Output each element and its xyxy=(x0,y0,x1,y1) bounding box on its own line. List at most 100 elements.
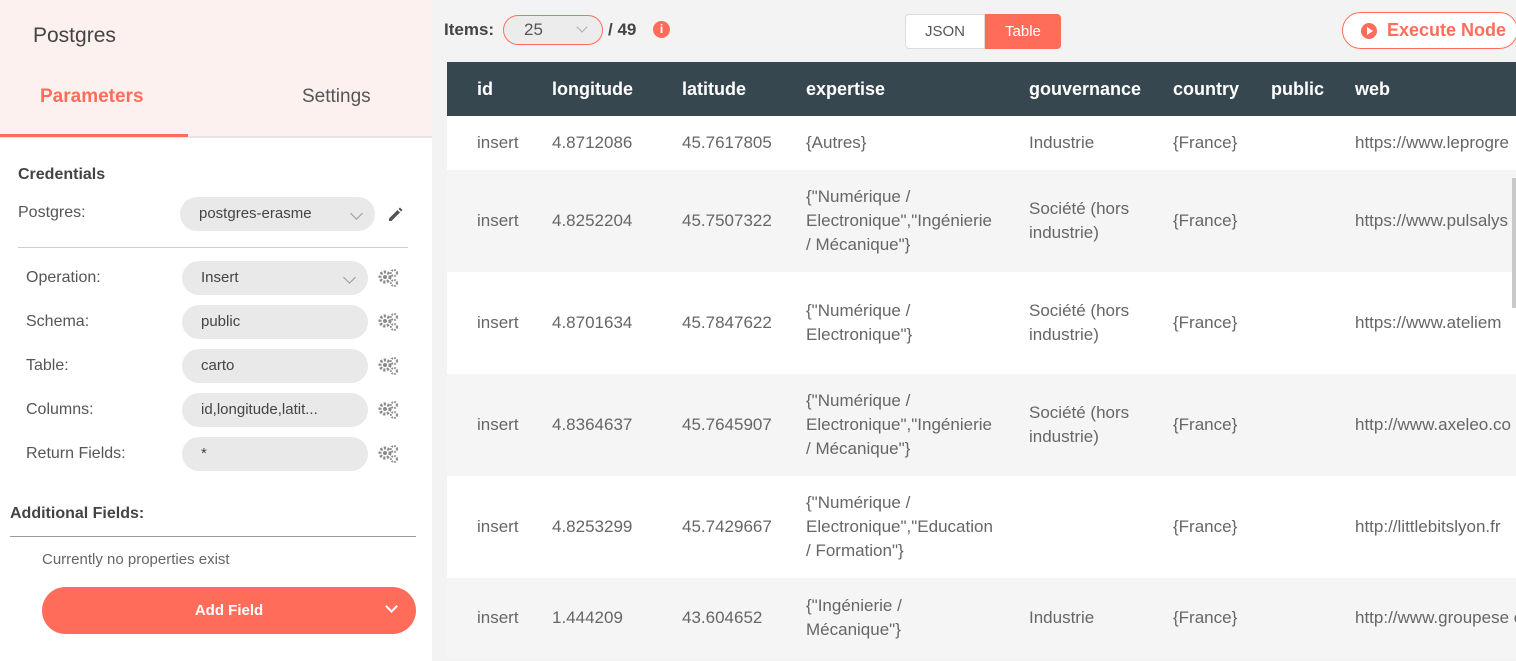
table-cell: {"Numérique / Electronique","Ingénierie … xyxy=(776,170,999,272)
operation-value: Insert xyxy=(201,269,239,286)
table-cell: insert xyxy=(447,374,522,476)
operation-select[interactable]: Insert xyxy=(182,261,368,295)
table-cell: insert xyxy=(447,116,522,170)
table-row: insert 4.8712086 45.7617805 {Autres} Ind… xyxy=(447,116,1516,170)
node-title: Postgres xyxy=(33,24,116,47)
table-cell: Industrie xyxy=(999,578,1143,658)
chevron-down-icon xyxy=(576,21,588,33)
tab-settings[interactable]: Settings xyxy=(302,86,371,108)
output-table: id longitude latitude expertise gouverna… xyxy=(447,62,1516,658)
table-cell: 45.7645907 xyxy=(652,374,776,476)
table-cell: {"Ingénierie / Mécanique"} xyxy=(776,578,999,658)
column-header: longitude xyxy=(522,62,652,116)
chevron-down-icon xyxy=(343,271,356,284)
execute-node-button[interactable]: Execute Node xyxy=(1342,12,1516,49)
table-cell: 4.8701634 xyxy=(522,272,652,374)
columns-input[interactable]: id,longitude,latit... xyxy=(182,393,368,427)
add-field-button[interactable]: Add Field xyxy=(42,587,416,634)
info-icon[interactable]: i xyxy=(653,21,670,38)
table-cell: https://www.pulsalys xyxy=(1325,170,1516,272)
column-header: latitude xyxy=(652,62,776,116)
table-cell: Industrie xyxy=(999,116,1143,170)
column-header: expertise xyxy=(776,62,999,116)
credentials-title: Credentials xyxy=(18,166,106,183)
table-cell: {Autres} xyxy=(776,116,999,170)
table-cell: {France} xyxy=(1143,116,1241,170)
table-cell xyxy=(1241,272,1325,374)
table-row: insert 4.8364637 45.7645907 {"Numérique … xyxy=(447,374,1516,476)
table-cell: 45.7617805 xyxy=(652,116,776,170)
additional-fields-title: Additional Fields: xyxy=(10,505,145,522)
column-header: public xyxy=(1241,62,1325,116)
table-cell: {"Numérique / Electronique"} xyxy=(776,272,999,374)
tab-parameters[interactable]: Parameters xyxy=(40,86,144,108)
table-cell: Société (hors industrie) xyxy=(999,374,1143,476)
panel-header: Postgres Parameters Settings xyxy=(0,0,432,138)
table-cell: {France} xyxy=(1143,578,1241,658)
no-properties-note: Currently no properties exist xyxy=(42,551,230,568)
gears-icon[interactable] xyxy=(377,312,399,332)
table-value: carto xyxy=(201,357,235,374)
table-cell: 1.444209 xyxy=(522,578,652,658)
table-header-row: id longitude latitude expertise gouverna… xyxy=(447,62,1516,116)
table-row: insert 4.8253299 45.7429667 {"Numérique … xyxy=(447,476,1516,578)
table-cell: insert xyxy=(447,578,522,658)
table-cell: {"Numérique / Electronique","Ingénierie … xyxy=(776,374,999,476)
table-row: insert 4.8701634 45.7847622 {"Numérique … xyxy=(447,272,1516,374)
items-label: Items: xyxy=(444,20,495,39)
gears-icon[interactable] xyxy=(377,356,399,376)
column-header: country xyxy=(1143,62,1241,116)
pencil-icon[interactable] xyxy=(387,205,405,223)
table-cell: 43.604652 xyxy=(652,578,776,658)
table-cell: https://www.leprogre xyxy=(1325,116,1516,170)
table-cell: 4.8364637 xyxy=(522,374,652,476)
table-cell xyxy=(999,476,1143,578)
output-table-container[interactable]: id longitude latitude expertise gouverna… xyxy=(447,62,1516,661)
table-cell: {France} xyxy=(1143,272,1241,374)
items-per-page-select[interactable]: 25 xyxy=(503,15,603,45)
return-fields-label: Return Fields: xyxy=(26,445,126,462)
table-cell xyxy=(1241,116,1325,170)
postgres-credential-value: postgres-erasme xyxy=(199,205,312,222)
return-fields-input[interactable]: * xyxy=(182,437,368,471)
table-cell xyxy=(1241,374,1325,476)
output-panel: Items: 25 / 49 i JSON Table Execute Node… xyxy=(432,0,1516,661)
table-label: Table: xyxy=(26,357,69,374)
table-cell: http://www.groupese et-enjeux xyxy=(1325,578,1516,658)
return-fields-value: * xyxy=(201,445,207,462)
table-cell: 45.7429667 xyxy=(652,476,776,578)
gears-icon[interactable] xyxy=(377,444,399,464)
table-cell xyxy=(1241,578,1325,658)
table-row: insert 4.8252204 45.7507322 {"Numérique … xyxy=(447,170,1516,272)
add-field-label: Add Field xyxy=(194,602,264,619)
table-cell: {"Numérique / Electronique","Education /… xyxy=(776,476,999,578)
column-header: id xyxy=(447,62,522,116)
columns-label: Columns: xyxy=(26,401,94,418)
table-cell: 45.7847622 xyxy=(652,272,776,374)
table-scrollbar[interactable] xyxy=(1512,178,1516,308)
table-cell: insert xyxy=(447,272,522,374)
table-cell: http://littlebitslyon.fr xyxy=(1325,476,1516,578)
json-view-button[interactable]: JSON xyxy=(905,14,986,49)
table-view-button[interactable]: Table xyxy=(985,14,1061,49)
table-cell: 4.8712086 xyxy=(522,116,652,170)
column-header: gouvernance xyxy=(999,62,1143,116)
table-cell: 4.8252204 xyxy=(522,170,652,272)
chevron-down-icon xyxy=(350,207,363,220)
table-input[interactable]: carto xyxy=(182,349,368,383)
table-cell: insert xyxy=(447,170,522,272)
table-cell: Société (hors industrie) xyxy=(999,170,1143,272)
columns-value: id,longitude,latit... xyxy=(201,401,318,418)
table-cell: 45.7507322 xyxy=(652,170,776,272)
postgres-credential-select[interactable]: postgres-erasme xyxy=(180,197,375,231)
schema-input[interactable]: public xyxy=(182,305,368,339)
table-cell: http://www.axeleo.co xyxy=(1325,374,1516,476)
gears-icon[interactable] xyxy=(377,268,399,288)
credentials-divider xyxy=(18,247,408,248)
schema-label: Schema: xyxy=(26,313,90,330)
output-format-toggle: JSON Table xyxy=(905,14,1061,49)
table-cell xyxy=(1241,170,1325,272)
gears-icon[interactable] xyxy=(377,400,399,420)
execute-node-label: Execute Node xyxy=(1387,20,1507,40)
items-per-page-value: 25 xyxy=(524,20,543,39)
